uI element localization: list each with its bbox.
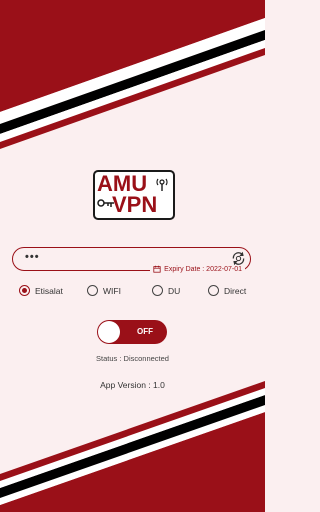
radio-du[interactable]: DU <box>152 285 180 296</box>
app-logo: AMU VPN <box>93 170 175 220</box>
radio-label: WIFI <box>103 285 121 296</box>
radio-etisalat[interactable]: Etisalat <box>19 285 63 296</box>
radio-circle <box>208 285 219 296</box>
toggle-knob <box>98 321 120 343</box>
connect-toggle[interactable]: OFF <box>97 320 167 344</box>
radio-circle <box>19 285 30 296</box>
radio-label: DU <box>168 285 181 296</box>
antenna-icon <box>156 178 168 191</box>
connection-type-group: Etisalat WIFI DU Direct <box>0 285 265 301</box>
radio-circle <box>152 285 163 296</box>
connection-status: Status : Disconnected <box>96 354 169 363</box>
radio-label: Etisalat <box>35 285 63 296</box>
toggle-label: OFF <box>137 327 153 336</box>
calendar-icon <box>153 265 161 273</box>
radio-direct[interactable]: Direct <box>208 285 246 296</box>
key-input-value: ••• <box>25 251 40 263</box>
app-version: App Version : 1.0 <box>100 380 165 390</box>
expiry-date-label: Expiry Date : 2022-07-01 <box>164 265 242 273</box>
radio-label: Direct <box>224 285 247 296</box>
expiry-date: Expiry Date : 2022-07-01 <box>150 265 245 273</box>
radio-circle <box>87 285 98 296</box>
logo-text-vpn: VPN <box>112 192 158 217</box>
radio-wifi[interactable]: WIFI <box>87 285 121 296</box>
